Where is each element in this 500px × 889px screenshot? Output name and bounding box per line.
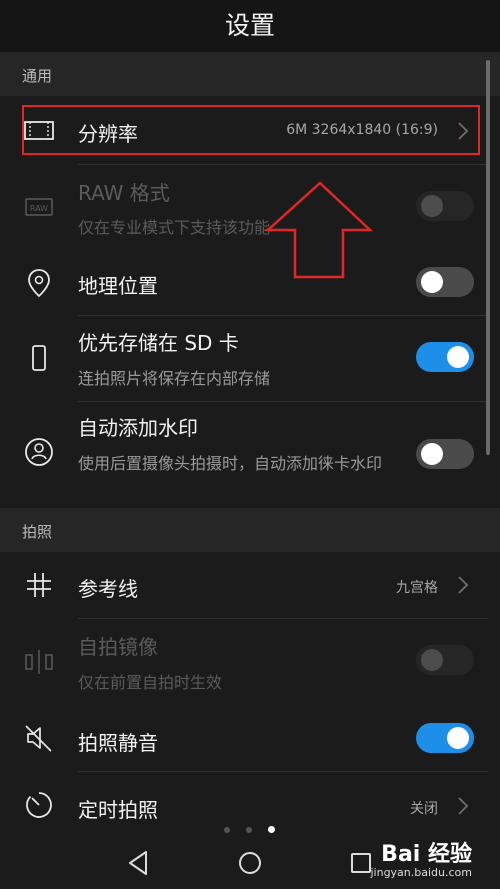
section-general: 通用 <box>0 52 500 96</box>
sd-toggle[interactable] <box>416 342 474 372</box>
grid-icon <box>22 568 56 602</box>
raw-icon: RAW <box>22 190 56 224</box>
mirror-toggle <box>416 645 474 675</box>
portrait-stamp-icon <box>22 435 56 469</box>
gridlines-title: 参考线 <box>78 577 138 601</box>
raw-format-row: RAW RAW 格式 仅在专业模式下支持该功能 <box>0 165 486 250</box>
gridlines-value: 九宫格 <box>396 580 438 596</box>
raw-toggle <box>416 191 474 221</box>
chevron-right-icon <box>458 576 469 594</box>
watermark-site: jingyan.baidu.com <box>370 866 472 879</box>
sd-subtitle: 连拍照片将保存在内部存储 <box>78 369 271 388</box>
phone-storage-icon <box>22 341 56 375</box>
location-pin-icon <box>22 266 56 300</box>
speaker-muted-icon <box>22 721 56 755</box>
timer-value: 关闭 <box>410 801 438 817</box>
settings-header: 设置 <box>0 0 500 52</box>
gridlines-row[interactable]: 参考线 九宫格 <box>0 552 486 618</box>
section-general-label: 通用 <box>22 67 53 85</box>
raw-title: RAW 格式 <box>78 181 170 205</box>
home-icon[interactable] <box>235 848 265 878</box>
page-dot <box>224 827 230 833</box>
watermark-brand: Bai 经验 <box>381 842 472 867</box>
timer-icon <box>22 788 56 822</box>
location-toggle[interactable] <box>416 267 474 297</box>
mirror-subtitle: 仅在前置自拍时生效 <box>78 673 223 692</box>
watermark-title: 自动添加水印 <box>78 416 198 440</box>
baidu-watermark: Bai 经验 jingyan.baidu.com <box>370 836 472 879</box>
back-icon[interactable] <box>124 848 154 878</box>
sd-title: 优先存储在 SD 卡 <box>78 331 239 355</box>
scrollbar[interactable] <box>486 60 490 455</box>
page-title: 设置 <box>224 11 275 40</box>
up-arrow-annotation <box>265 181 374 279</box>
location-row[interactable]: 地理位置 <box>0 250 486 315</box>
section-photo-label: 拍照 <box>22 523 53 541</box>
mirror-title: 自拍镜像 <box>78 635 158 659</box>
shutter-mute-row[interactable]: 拍照静音 <box>0 705 486 771</box>
location-title: 地理位置 <box>78 274 158 298</box>
mute-title: 拍照静音 <box>78 731 158 755</box>
selfie-mirror-row: 自拍镜像 仅在前置自拍时生效 <box>0 619 486 705</box>
watermark-toggle[interactable] <box>416 439 474 469</box>
watermark-subtitle: 使用后置摄像头拍摄时，自动添加徕卡水印 <box>78 454 383 473</box>
chevron-right-icon <box>458 797 469 815</box>
mirror-icon <box>22 645 56 679</box>
page-dot <box>246 827 252 833</box>
svg-text:RAW: RAW <box>30 204 48 213</box>
auto-watermark-row[interactable]: 自动添加水印 使用后置摄像头拍摄时，自动添加徕卡水印 <box>0 402 486 508</box>
timer-title: 定时拍照 <box>78 798 158 822</box>
page-dot-active <box>268 826 275 833</box>
mute-toggle[interactable] <box>416 723 474 753</box>
section-photo: 拍照 <box>0 508 500 552</box>
highlight-box <box>22 105 480 155</box>
sd-storage-row[interactable]: 优先存储在 SD 卡 连拍照片将保存在内部存储 <box>0 316 486 401</box>
